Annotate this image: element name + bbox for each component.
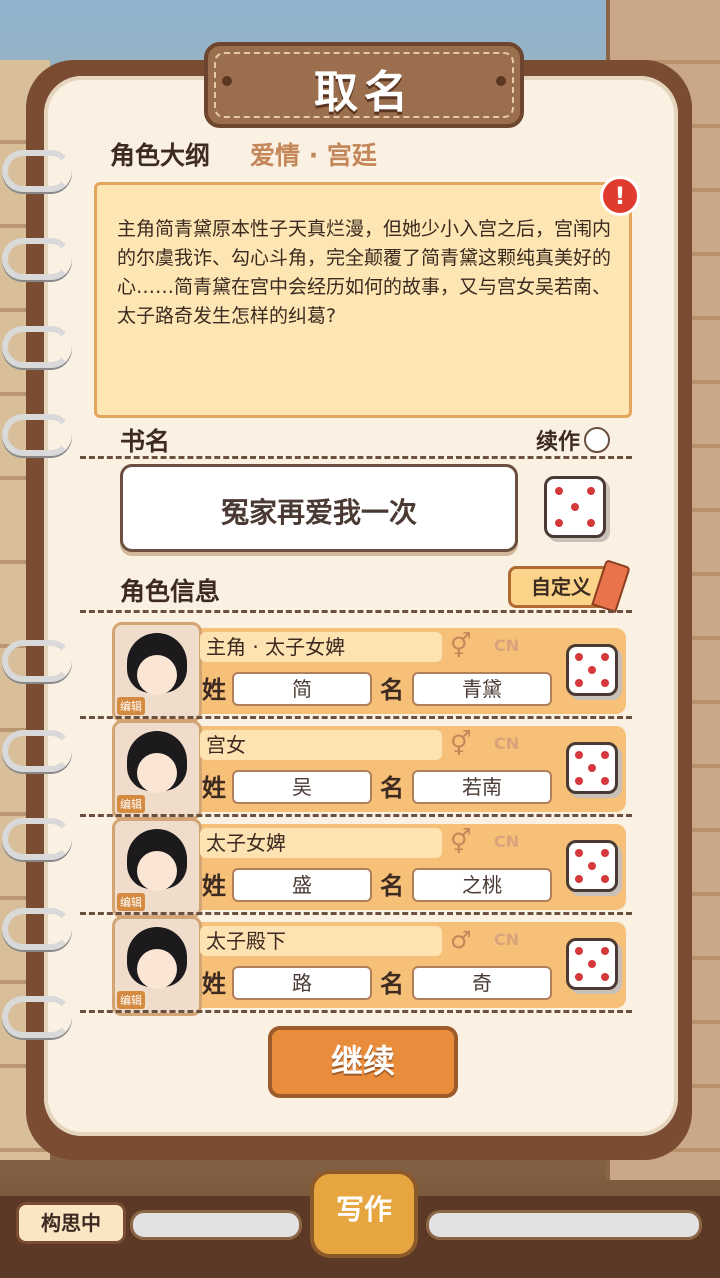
- write-button[interactable]: 写作: [310, 1170, 418, 1258]
- surname-label: 姓: [202, 872, 226, 900]
- ring: [2, 730, 72, 772]
- given-name-field[interactable]: 若南: [412, 770, 552, 804]
- cn-toggle[interactable]: CN: [494, 734, 519, 753]
- gender-icon[interactable]: ⚥: [450, 828, 472, 856]
- surname-field[interactable]: 简: [232, 672, 372, 706]
- book-name-value: 冤家再爱我一次: [220, 496, 417, 529]
- progress-bar-right: [426, 1210, 702, 1240]
- continue-button[interactable]: 继续: [268, 1026, 458, 1098]
- character-avatar[interactable]: 编辑: [112, 818, 202, 918]
- status-label: 构思中: [16, 1202, 126, 1244]
- cn-toggle[interactable]: CN: [494, 832, 519, 851]
- progress-bar-left: [130, 1210, 302, 1240]
- character-avatar[interactable]: 编辑: [112, 622, 202, 722]
- surname-field[interactable]: 路: [232, 966, 372, 1000]
- outline-label: 角色大纲: [110, 141, 211, 170]
- dice-icon[interactable]: [566, 644, 618, 696]
- book-name-field[interactable]: 冤家再爱我一次: [120, 464, 518, 552]
- surname-label: 姓: [202, 774, 226, 802]
- given-name-field[interactable]: 青黛: [412, 672, 552, 706]
- gender-icon[interactable]: ♂: [450, 926, 472, 954]
- title-plaque: 取名: [204, 42, 524, 128]
- edit-badge[interactable]: 编辑: [117, 795, 145, 813]
- ring: [2, 908, 72, 950]
- divider: [80, 1010, 632, 1013]
- ring: [2, 818, 72, 860]
- ring: [2, 414, 72, 456]
- dice-icon[interactable]: [566, 840, 618, 892]
- genre-label: 爱情 · 宫廷: [250, 141, 377, 170]
- given-name-field[interactable]: 奇: [412, 966, 552, 1000]
- divider: [80, 456, 632, 459]
- ring: [2, 326, 72, 368]
- given-name-label: 名: [380, 970, 404, 998]
- character-row: 编辑 太子女婢 ⚥ CN 姓 盛 名 之桃: [112, 818, 626, 918]
- character-row: 编辑 太子殿下 ♂ CN 姓 路 名 奇: [112, 916, 626, 1016]
- given-name-label: 名: [380, 872, 404, 900]
- sequel-radio[interactable]: [584, 427, 611, 453]
- character-role: 宫女: [200, 730, 442, 760]
- character-avatar[interactable]: 编辑: [112, 720, 202, 820]
- gender-icon[interactable]: ⚥: [450, 632, 472, 660]
- ring: [2, 238, 72, 280]
- warning-icon[interactable]: !: [600, 176, 640, 216]
- ring: [2, 640, 72, 682]
- character-info-label: 角色信息: [120, 577, 221, 606]
- dice-icon-book-name[interactable]: [544, 476, 606, 538]
- character-avatar[interactable]: 编辑: [112, 916, 202, 1016]
- character-role: 太子殿下: [200, 926, 442, 956]
- cn-toggle[interactable]: CN: [494, 636, 519, 655]
- given-name-field[interactable]: 之桃: [412, 868, 552, 902]
- sequel-toggle[interactable]: 续作: [536, 424, 611, 456]
- outline-box: 主角简青黛原本性子天真烂漫，但她少小入宫之后，宫闱内的尔虞我诈、勾心斗角，完全颠…: [94, 182, 632, 418]
- page-title: 取名: [314, 67, 414, 118]
- edit-badge[interactable]: 编辑: [117, 697, 145, 715]
- cn-toggle[interactable]: CN: [494, 930, 519, 949]
- ring: [2, 150, 72, 192]
- edit-badge[interactable]: 编辑: [117, 893, 145, 911]
- divider: [80, 912, 632, 915]
- given-name-label: 名: [380, 676, 404, 704]
- surname-label: 姓: [202, 676, 226, 704]
- given-name-label: 名: [380, 774, 404, 802]
- book-name-label: 书名: [120, 427, 171, 456]
- edit-badge[interactable]: 编辑: [117, 991, 145, 1009]
- divider: [80, 814, 632, 817]
- dice-icon[interactable]: [566, 742, 618, 794]
- dice-icon[interactable]: [566, 938, 618, 990]
- sequel-label: 续作: [536, 430, 581, 455]
- surname-field[interactable]: 吴: [232, 770, 372, 804]
- gender-icon[interactable]: ⚥: [450, 730, 472, 758]
- character-row: 编辑 宫女 ⚥ CN 姓 吴 名 若南: [112, 720, 626, 820]
- divider: [80, 610, 632, 613]
- ring: [2, 996, 72, 1038]
- divider: [80, 716, 632, 719]
- character-role: 主角 · 太子女婢: [200, 632, 442, 662]
- character-role: 太子女婢: [200, 828, 442, 858]
- outline-text: 主角简青黛原本性子天真烂漫，但她少小入宫之后，宫闱内的尔虞我诈、勾心斗角，完全颠…: [117, 218, 612, 327]
- surname-field[interactable]: 盛: [232, 868, 372, 902]
- surname-label: 姓: [202, 970, 226, 998]
- character-row: 编辑 主角 · 太子女婢 ⚥ CN 姓 简 名 青黛: [112, 622, 626, 722]
